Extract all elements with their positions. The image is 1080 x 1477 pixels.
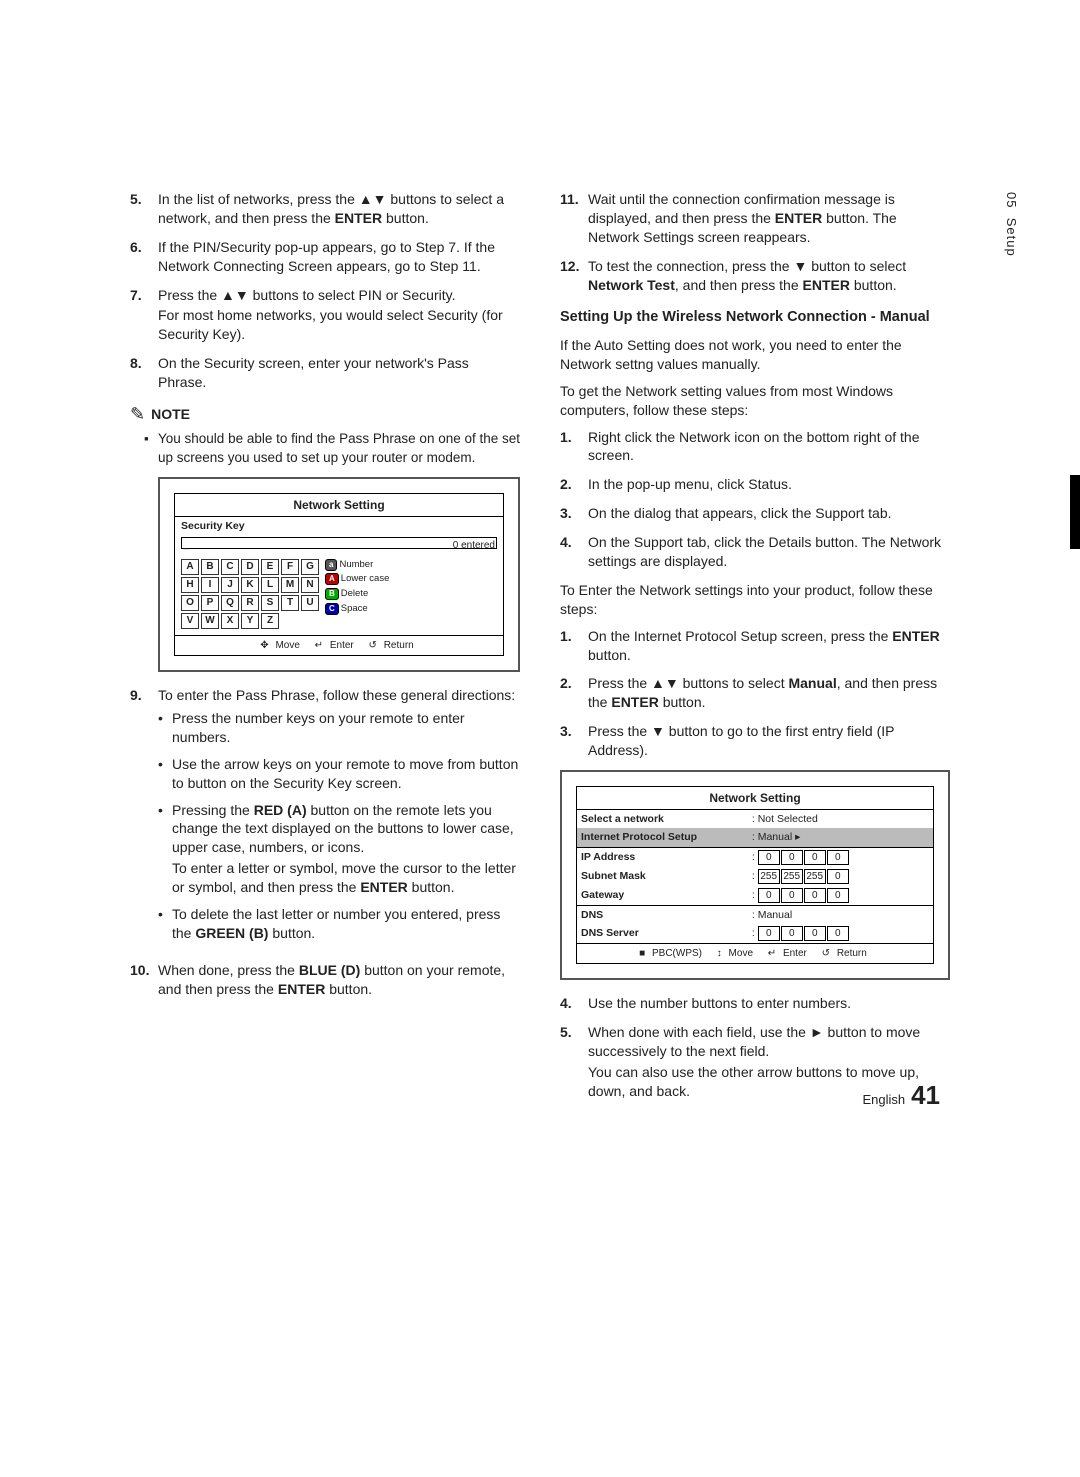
key-j: J: [221, 577, 239, 593]
step-10: 10. When done, press the BLUE (D) button…: [130, 961, 520, 999]
panel-subtitle: Security Key: [175, 517, 503, 535]
page-footer: English41: [862, 1078, 940, 1113]
key-d: D: [241, 559, 259, 575]
step-9: 9. To enter the Pass Phrase, follow thes…: [130, 686, 520, 951]
net-row: Internet Protocol Setup: Manual ▸: [577, 828, 933, 847]
net-row: Gateway: 0000: [577, 886, 933, 906]
note-body: You should be able to find the Pass Phra…: [130, 430, 520, 466]
key-t: T: [281, 595, 299, 611]
key-l: L: [261, 577, 279, 593]
manual-para-2: To get the Network setting values from m…: [560, 382, 950, 420]
key-w: W: [201, 613, 219, 629]
key-y: Y: [241, 613, 259, 629]
key-e: E: [261, 559, 279, 575]
enter-step-1: 1.On the Internet Protocol Setup screen,…: [560, 627, 950, 665]
keyboard-side-buttons: aNumber ALower case BDelete CSpace: [323, 555, 395, 622]
net-row: DNS Server: 0000: [577, 924, 933, 943]
right-column: 11. Wait until the connection confirmati…: [560, 190, 950, 1111]
step-12: 12. To test the connection, press the ▼ …: [560, 257, 950, 295]
enter-step-2: 2.Press the ▲▼ buttons to select Manual,…: [560, 674, 950, 712]
bullet-green: To delete the last letter or number you …: [172, 905, 520, 943]
key-u: U: [301, 595, 319, 611]
net-row: DNS: Manual: [577, 905, 933, 924]
bullet-numbers: Press the number keys on your remote to …: [172, 709, 520, 747]
key-k: K: [241, 577, 259, 593]
step-6: 6. If the PIN/Security pop-up appears, g…: [130, 238, 520, 276]
manual-heading: Setting Up the Wireless Network Connecti…: [560, 308, 950, 328]
enter-step-3: 3.Press the ▼ button to go to the first …: [560, 722, 950, 760]
key-q: Q: [221, 595, 239, 611]
left-column: 5. In the list of networks, press the ▲▼…: [130, 190, 520, 1111]
win-step-4: 4.On the Support tab, click the Details …: [560, 533, 950, 571]
key-v: V: [181, 613, 199, 629]
manual-para-1: If the Auto Setting does not work, you n…: [560, 336, 950, 374]
edge-marker: [1070, 475, 1080, 549]
note-icon: ✎: [130, 402, 145, 426]
key-g: G: [301, 559, 319, 575]
panel-title: Network Setting: [175, 494, 503, 517]
key-m: M: [281, 577, 299, 593]
key-i: I: [201, 577, 219, 593]
manual-para-3: To Enter the Network settings into your …: [560, 581, 950, 619]
key-z: Z: [261, 613, 279, 629]
panel-footer: ■ PBC(WPS) ↕ Move ↵ Enter ↺ Return: [577, 943, 933, 964]
key-b: B: [201, 559, 219, 575]
panel-title: Network Setting: [577, 787, 933, 810]
key-o: O: [181, 595, 199, 611]
step-7: 7. Press the ▲▼ buttons to select PIN or…: [130, 286, 520, 345]
key-h: H: [181, 577, 199, 593]
key-s: S: [261, 595, 279, 611]
step-8: 8. On the Security screen, enter your ne…: [130, 354, 520, 392]
bullet-red: Pressing the RED (A) button on the remot…: [172, 801, 520, 897]
net-row: Select a network: Not Selected: [577, 810, 933, 828]
figure-network-setting: Network Setting Select a network: Not Se…: [560, 770, 950, 980]
keyboard-grid: ABCDEFG HIJKLMN OPQRSTU VWXYZ: [179, 559, 319, 629]
step-5: 5. In the list of networks, press the ▲▼…: [130, 190, 520, 228]
key-n: N: [301, 577, 319, 593]
bullet-arrows: Use the arrow keys on your remote to mov…: [172, 755, 520, 793]
figure-security-key: Network Setting Security Key _ 0 entered…: [158, 477, 520, 672]
section-tab: 05 Setup: [1002, 192, 1020, 257]
win-step-3: 3.On the dialog that appears, click the …: [560, 504, 950, 523]
win-step-2: 2.In the pop-up menu, click Status.: [560, 475, 950, 494]
key-c: C: [221, 559, 239, 575]
net-row: IP Address: 0000: [577, 847, 933, 867]
key-x: X: [221, 613, 239, 629]
enter-step-4: 4.Use the number buttons to enter number…: [560, 994, 950, 1013]
panel-footer: ✥ Move ↵ Enter ↺ Return: [175, 635, 503, 656]
key-p: P: [201, 595, 219, 611]
net-row: Subnet Mask: 2552552550: [577, 867, 933, 886]
note-heading: ✎ NOTE: [130, 402, 520, 426]
network-table: Select a network: Not SelectedInternet P…: [577, 810, 933, 943]
key-a: A: [181, 559, 199, 575]
key-status: 0 entered: [175, 537, 503, 553]
step-11: 11. Wait until the connection confirmati…: [560, 190, 950, 247]
key-f: F: [281, 559, 299, 575]
key-r: R: [241, 595, 259, 611]
win-step-1: 1.Right click the Network icon on the bo…: [560, 428, 950, 466]
